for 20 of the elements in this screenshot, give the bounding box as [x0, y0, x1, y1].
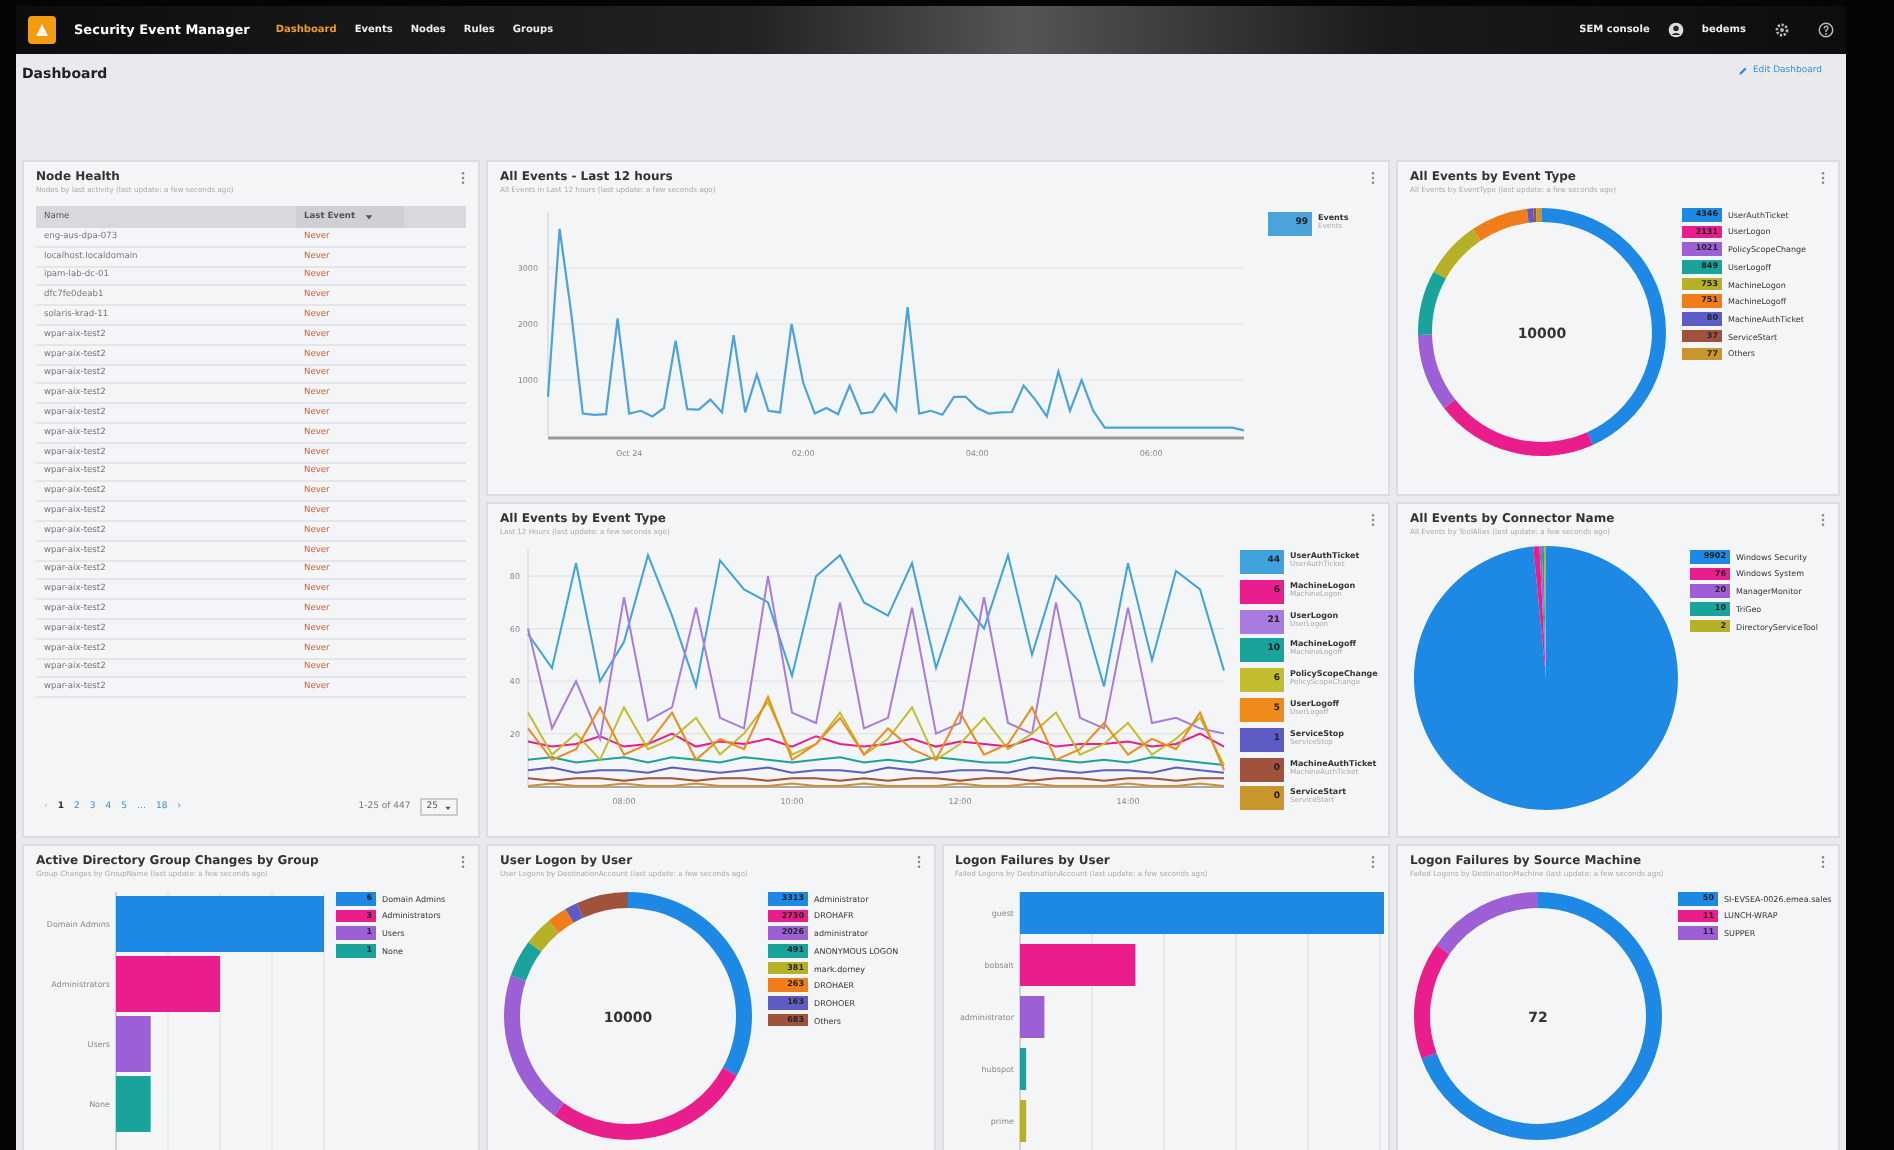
user-icon[interactable]: [1667, 22, 1684, 38]
more-icon[interactable]: [1370, 512, 1376, 528]
bar: [116, 1016, 151, 1072]
bar: [116, 956, 220, 1012]
settings-icon[interactable]: [1774, 22, 1790, 38]
sort-icon[interactable]: [364, 212, 374, 222]
more-icon[interactable]: [1370, 170, 1376, 186]
help-icon[interactable]: [1818, 22, 1834, 38]
pencil-icon: [1738, 66, 1749, 76]
more-icon[interactable]: [1820, 170, 1826, 186]
more-icon[interactable]: [1820, 512, 1826, 528]
bar: [116, 1076, 151, 1132]
more-icon[interactable]: [460, 854, 466, 870]
logo-icon: [28, 16, 56, 44]
more-icon[interactable]: [460, 170, 466, 186]
donut-segment: [528, 920, 559, 952]
more-icon[interactable]: [1370, 854, 1376, 870]
caret-icon: [444, 803, 452, 811]
more-icon[interactable]: [915, 854, 921, 870]
more-icon[interactable]: [1820, 854, 1826, 870]
